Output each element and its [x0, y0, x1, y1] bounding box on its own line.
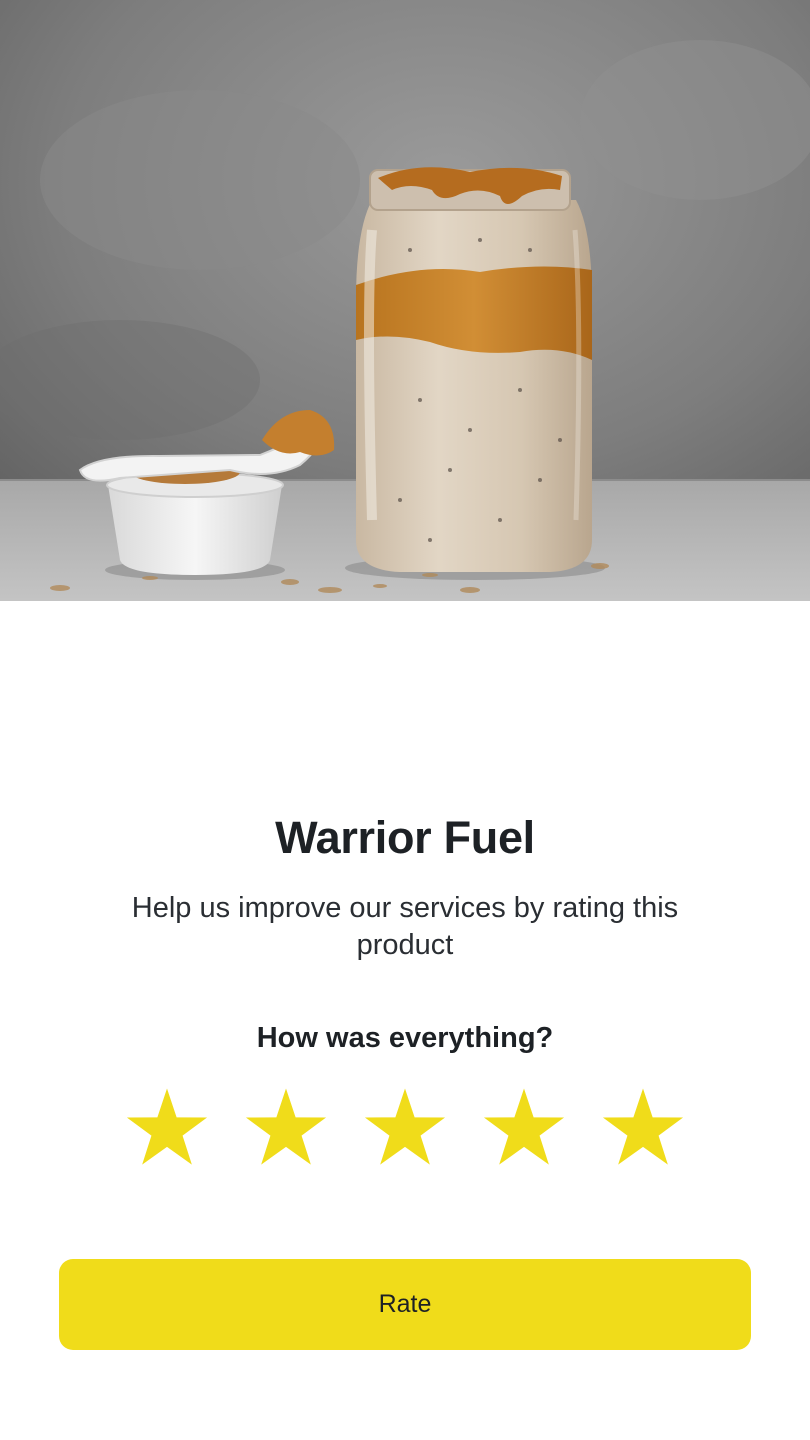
star-rating: [0, 1085, 810, 1171]
product-title: Warrior Fuel: [275, 812, 535, 863]
star-1[interactable]: [124, 1085, 210, 1171]
rate-button[interactable]: Rate: [59, 1259, 751, 1350]
star-icon: [126, 1088, 208, 1165]
star-icon: [602, 1088, 684, 1165]
star-icon: [245, 1088, 327, 1165]
star-4[interactable]: [481, 1085, 567, 1171]
star-icon: [483, 1088, 565, 1165]
star-5[interactable]: [600, 1085, 686, 1171]
rating-prompt: Help us improve our services by rating t…: [131, 892, 679, 961]
product-image: [0, 0, 810, 601]
rating-screen: Warrior Fuel Help us improve our service…: [0, 0, 810, 1440]
rating-question: How was everything?: [256, 1022, 554, 1054]
star-icon: [364, 1088, 446, 1165]
star-2[interactable]: [243, 1085, 329, 1171]
star-3[interactable]: [362, 1085, 448, 1171]
